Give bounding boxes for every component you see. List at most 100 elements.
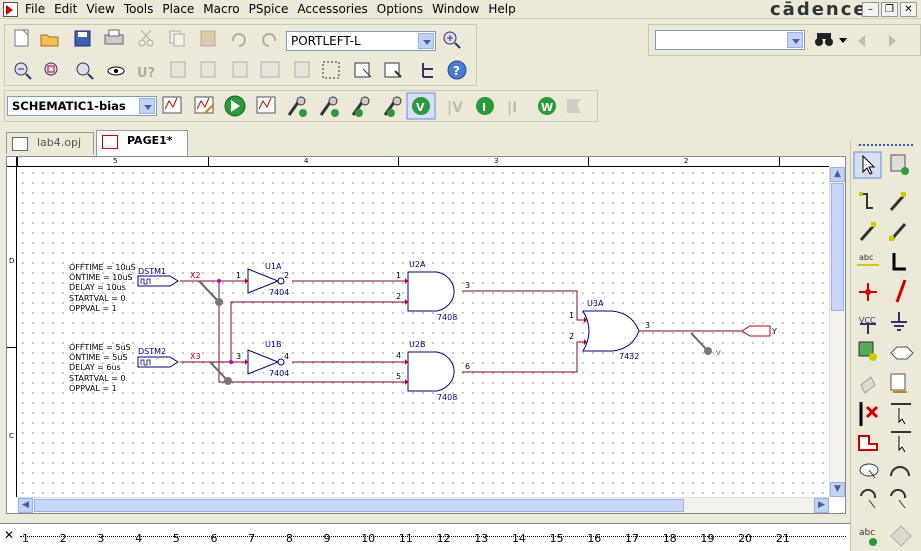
place-no-connect-icon[interactable] [895,279,907,303]
toggle-current-icon[interactable]: |I [507,100,517,116]
minimize-icon[interactable]: – [862,2,879,17]
bom-icon[interactable] [294,61,310,78]
place-net-alias-icon[interactable] [859,222,877,241]
marker-power-icon[interactable] [383,96,402,117]
drag-connected-icon[interactable] [384,62,402,78]
schematic-canvas[interactable]: 5 4 3 2 D C V OFFTIME = 10uS ONTIME = 10… [6,156,846,514]
place-arc-icon[interactable] [890,466,910,477]
place-polyline-icon[interactable] [858,435,878,451]
annotate-icon[interactable]: U? [137,66,155,81]
and-gate-u2a[interactable]: U2A 1 2 3 7408 [396,260,470,322]
scroll-right-icon[interactable]: ▶ [814,498,829,513]
close-panel-icon[interactable]: ✕ [4,528,14,542]
place-offpage-icon[interactable] [890,373,907,393]
horizontal-scrollbar[interactable]: ◀ ▶ [18,497,829,513]
chevron-down-icon[interactable] [787,32,803,48]
app-icon[interactable] [3,2,18,17]
menu-pspice[interactable]: PSpice [249,2,289,16]
redo-icon[interactable] [262,33,277,47]
profile-combo[interactable]: SCHEMATIC1-bias [7,96,157,116]
place-rectangle-icon[interactable] [891,431,911,453]
crossref-icon[interactable] [260,61,280,78]
zoom-area-icon[interactable] [44,62,58,76]
place-wire-icon[interactable] [859,192,873,209]
scroll-down-icon[interactable]: ▼ [830,482,845,497]
menu-accessories[interactable]: Accessories [297,2,367,16]
toggle-power-icon[interactable] [567,99,581,113]
snap-grid-icon[interactable] [322,61,340,79]
menu-tools[interactable]: Tools [124,2,154,16]
place-junction-icon[interactable] [892,253,906,271]
voltage-probe-icon[interactable] [704,347,712,355]
marker-current-icon[interactable] [351,96,370,117]
voltage-probe-icon[interactable] [224,377,232,385]
scroll-up-icon[interactable]: ▲ [830,167,845,182]
menu-window[interactable]: Window [432,2,479,16]
scroll-thumb[interactable] [34,499,684,512]
marker-voltage-icon[interactable] [287,96,307,117]
place-line-icon[interactable] [891,403,911,425]
menu-options[interactable]: Options [377,2,423,16]
place-gnd-icon[interactable] [891,312,907,331]
chevron-down-icon[interactable] [418,33,434,49]
wire[interactable] [218,281,248,383]
cut-icon[interactable] [138,29,154,47]
hierarchy-icon[interactable] [422,63,433,78]
and-gate-u2b[interactable]: U2B 4 5 6 7408 [396,340,470,402]
place-text-icon[interactable] [860,488,877,509]
save-icon[interactable] [74,30,91,47]
place-diamond-icon[interactable] [890,525,912,547]
tab-lab4-opj[interactable]: lab4.opj [6,132,94,154]
part-combo[interactable]: PORTLEFT-L [286,31,436,51]
voltage-probe-icon[interactable] [215,298,223,306]
place-image-icon[interactable] [890,488,907,509]
undo-icon[interactable] [231,33,246,47]
inverter-u1b[interactable]: U1B 3 4 7404 [236,340,289,378]
or-gate-u3a[interactable]: U3A 1 2 3 7432 [569,299,650,361]
place-text-abc-icon[interactable]: abc [859,528,877,546]
area-select-icon[interactable] [354,62,372,78]
toggle-voltage-icon[interactable]: |V [447,100,463,116]
inverter-u1a[interactable]: U1A 1 2 7404 [236,262,289,297]
close-icon[interactable]: ✕ [900,2,917,17]
eye-icon[interactable] [107,66,125,76]
paste-icon[interactable] [200,30,216,47]
chevron-down-icon[interactable] [139,98,155,114]
place-pin-icon[interactable] [860,376,876,394]
place-part-icon[interactable] [890,154,909,175]
place-net-label-icon[interactable]: abc [857,253,879,266]
bias-current-icon[interactable]: I [476,97,494,115]
view-results-icon[interactable] [256,96,276,114]
find-next-icon[interactable] [889,35,896,47]
find-prev-icon[interactable] [858,35,865,47]
new-profile-icon[interactable] [162,96,182,114]
place-nerc-icon[interactable] [859,402,879,426]
stimulus-dstm2[interactable]: OFFTIME = 5uS ONTIME = 5uS DELAY = 6us S… [69,343,201,393]
place-power-icon[interactable] [859,283,877,301]
place-ground-icon[interactable]: VCC [859,316,876,334]
wire[interactable] [230,301,407,362]
drc-icon[interactable] [200,61,216,78]
menu-help[interactable]: Help [488,2,515,16]
back-annotate-icon[interactable] [170,61,186,78]
edit-profile-icon[interactable] [194,96,214,114]
menu-place[interactable]: Place [162,2,194,16]
output-port-y[interactable]: Y [741,325,777,337]
menu-edit[interactable]: Edit [54,2,77,16]
zoom-all-icon[interactable] [76,62,94,80]
run-icon[interactable] [224,95,246,117]
vertical-scrollbar[interactable]: ▲ ▼ [829,167,845,497]
bias-voltage-icon[interactable]: V [412,97,430,115]
new-icon[interactable] [14,29,29,47]
place-hier-block-icon[interactable] [858,341,877,361]
netlist-icon[interactable] [232,61,248,78]
place-bus-icon[interactable] [889,192,907,211]
menu-view[interactable]: View [86,2,114,16]
copy-icon[interactable] [169,30,185,47]
print-icon[interactable] [104,29,124,45]
stimulus-dstm1[interactable]: OFFTIME = 10uS ONTIME = 10uS DELAY = 10u… [69,263,201,313]
scroll-left-icon[interactable]: ◀ [18,498,33,513]
bias-power-icon[interactable]: W [538,97,556,115]
scroll-thumb[interactable] [831,183,844,311]
restore-icon[interactable]: ❐ [881,2,898,17]
